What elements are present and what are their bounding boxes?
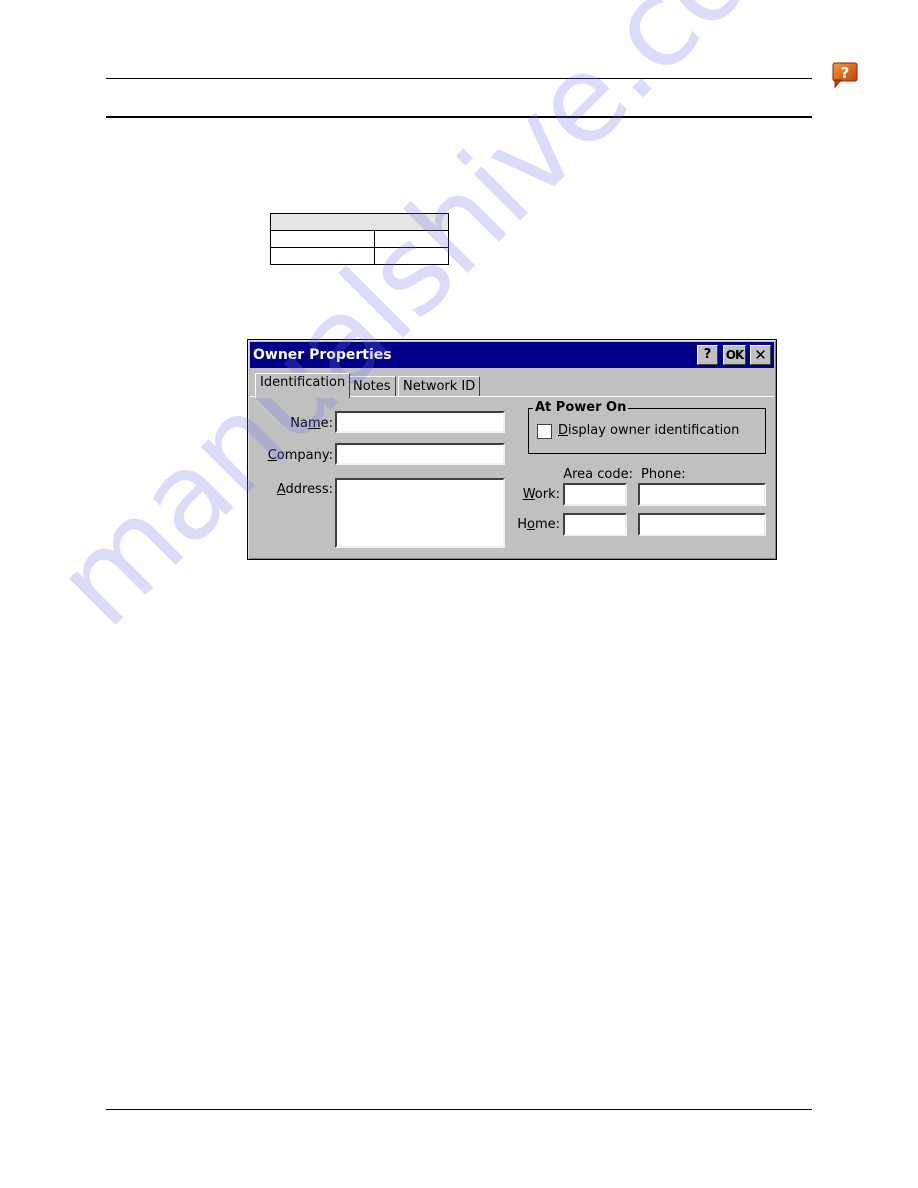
home-label-text: Home: [517,517,560,532]
area-code-header-text: Area code: [563,467,633,482]
tab-notes[interactable]: Notes [348,376,396,397]
display-owner-label[interactable]: Display owner identification [558,423,739,438]
tab-identification[interactable]: Identification [255,373,351,398]
work-label: Work: [510,487,560,502]
footer-rule [106,1109,812,1110]
table-cell [374,247,449,265]
work-label-text: Work: [522,487,560,502]
help-speech-bubble-icon[interactable]: ? [832,62,858,89]
name-input[interactable] [335,411,505,433]
close-button[interactable]: ✕ [750,345,771,365]
svg-text:?: ? [841,64,850,82]
table-cell [270,230,375,248]
work-area-code-input[interactable] [563,483,627,506]
help-button[interactable]: ? [697,345,718,365]
table-header-cell [270,213,449,231]
display-owner-checkbox[interactable] [537,424,552,439]
tab-strip: Identification Notes Network ID [252,373,772,398]
tab-network-id[interactable]: Network ID [398,376,481,397]
home-area-code-input[interactable] [563,513,627,536]
table-row [270,230,449,248]
table-row [270,247,449,265]
company-label-text: Company: [267,448,333,463]
phone-header-text: Phone: [641,467,686,482]
table-cell [270,247,375,265]
address-label-text: Address: [276,482,333,497]
phone-header: Phone: [641,467,686,482]
title-bar[interactable]: Owner Properties ? OK ✕ [250,342,774,368]
area-code-header: Area code: [563,467,633,482]
dialog-title: Owner Properties [253,347,392,363]
table-cell [374,230,449,248]
company-input[interactable] [335,443,505,465]
empty-table [270,213,449,265]
at-power-on-title: At Power On [533,400,629,415]
address-textarea[interactable] [335,478,505,548]
top-rule [106,78,812,79]
owner-properties-dialog: Owner Properties ? OK ✕ Identification N… [247,339,777,560]
ok-button[interactable]: OK [723,345,746,365]
name-label-text: Name: [290,416,333,431]
home-phone-input[interactable] [638,513,766,536]
company-label: Company: [260,448,333,463]
home-label: Home: [510,517,560,532]
at-power-on-group: At Power On Display owner identification [528,400,766,454]
name-label: Name: [288,416,333,431]
header-rule [106,116,812,118]
address-label: Address: [260,482,333,497]
work-phone-input[interactable] [638,483,766,506]
